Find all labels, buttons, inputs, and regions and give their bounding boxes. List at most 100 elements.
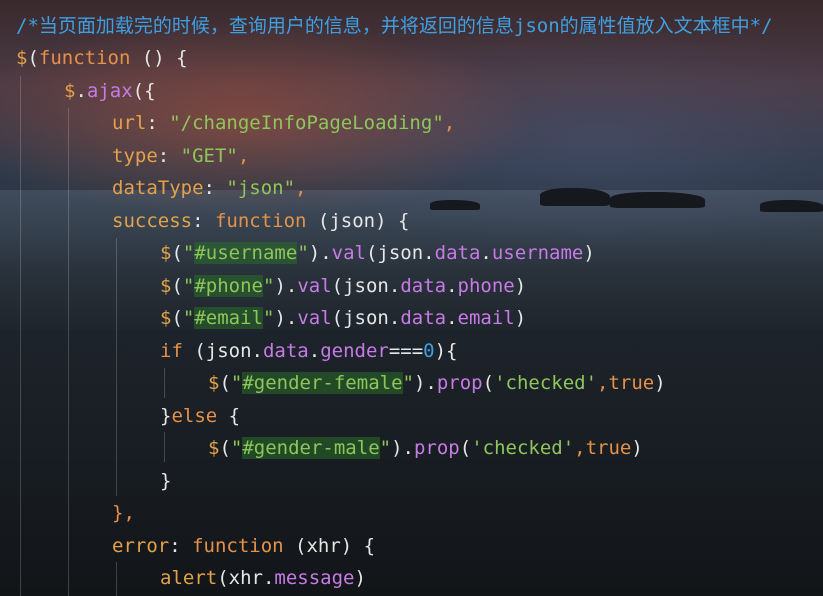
code-token: ). — [391, 437, 414, 459]
code-token: . — [480, 242, 492, 264]
code-token: function — [38, 47, 131, 69]
code-token: " — [230, 372, 243, 394]
code-token: ) — [654, 372, 666, 394]
code-line[interactable]: $.ajax({ — [64, 75, 156, 107]
code-token: (json) { — [306, 210, 410, 232]
code-token: $ — [16, 47, 28, 69]
code-token: (json. — [182, 340, 263, 362]
code-token: $ — [160, 307, 172, 329]
code-token: ( — [171, 242, 183, 264]
code-token: function — [192, 535, 284, 557]
code-line[interactable]: error: function (xhr) { — [112, 530, 375, 562]
code-line[interactable]: $("#username").val(json.data.username) — [160, 237, 595, 269]
indent-guide — [164, 432, 165, 462]
code-token: . — [75, 80, 87, 102]
code-token: else — [171, 405, 218, 427]
code-token: prop — [413, 437, 460, 459]
code-token: $ — [160, 242, 172, 264]
code-line[interactable]: if (json.data.gender===0){ — [160, 335, 458, 367]
code-token: ){ — [434, 340, 458, 362]
code-token: #gender-female — [242, 372, 403, 394]
code-token: "/changeInfoPageLoading" — [169, 112, 444, 134]
code-token: " — [263, 275, 275, 297]
code-line[interactable]: url: "/changeInfoPageLoading", — [112, 107, 455, 139]
code-token: : — [169, 535, 193, 557]
code-token: ) — [631, 437, 643, 459]
code-token: $ — [64, 80, 76, 102]
code-token: (xhr) { — [283, 535, 376, 557]
code-token: val — [297, 275, 332, 297]
code-line[interactable]: success: function (json) { — [112, 205, 409, 237]
code-token: error — [112, 535, 170, 557]
code-line[interactable]: dataType: "json", — [112, 172, 307, 204]
code-token: ( — [171, 307, 183, 329]
code-token: 'checked' — [471, 437, 575, 459]
code-token: ( — [482, 372, 495, 394]
code-token: username — [491, 242, 584, 264]
code-token: } — [160, 405, 172, 427]
code-token: dataType — [112, 177, 204, 199]
code-token: " — [379, 437, 392, 459]
code-token: " — [182, 275, 195, 297]
code-token: ( — [219, 437, 231, 459]
code-line[interactable]: $("#phone").val(json.data.phone) — [160, 270, 526, 302]
code-token: ). — [274, 307, 298, 329]
indent-guide — [164, 368, 165, 398]
code-token: /*当页面加载完的时候，查询用户的信息，并将返回的信息json的属性值放入文本框… — [16, 15, 773, 37]
code-token: . — [446, 275, 458, 297]
code-token: "json" — [226, 177, 296, 199]
code-token: $ — [208, 372, 220, 394]
code-token: , — [295, 177, 307, 199]
code-token: " — [402, 372, 414, 394]
code-token: : — [157, 145, 181, 167]
code-editor[interactable]: /*当页面加载完的时候，查询用户的信息，并将返回的信息json的属性值放入文本框… — [0, 0, 823, 596]
code-token: val — [331, 242, 366, 264]
code-line[interactable]: $(function () { — [16, 42, 188, 74]
code-token: data — [400, 307, 447, 329]
code-token: ( — [459, 437, 472, 459]
code-token: ). — [413, 372, 437, 394]
code-token: ) — [583, 242, 595, 264]
code-token: . — [308, 340, 321, 362]
code-token: function — [214, 210, 307, 232]
code-line[interactable]: $("#email").val(json.data.email) — [160, 302, 526, 334]
code-token: ( — [27, 47, 39, 69]
code-token: 'checked' — [494, 372, 598, 394]
code-token: (xhr. — [217, 567, 275, 589]
code-token: } — [160, 470, 172, 492]
code-token: " — [182, 307, 195, 329]
code-token: true — [608, 372, 655, 394]
code-token: ( — [219, 372, 231, 394]
code-token: gender — [320, 340, 389, 362]
code-line[interactable]: }else { — [160, 400, 240, 432]
code-token: #username — [194, 242, 298, 264]
code-line[interactable]: }, — [112, 497, 135, 529]
code-token: ). — [308, 242, 332, 264]
code-token: 0 — [423, 340, 435, 362]
code-line[interactable]: alert(xhr.message) — [160, 562, 366, 594]
code-token: phone — [457, 275, 515, 297]
code-token: , — [574, 437, 586, 459]
code-line[interactable]: $("#gender-male").prop('checked',true) — [208, 432, 643, 464]
code-token: #gender-male — [242, 437, 380, 459]
code-line[interactable]: type: "GET", — [112, 140, 249, 172]
code-token: data — [400, 275, 447, 297]
code-token: , — [237, 145, 250, 167]
code-token: { — [217, 405, 241, 427]
code-token: , — [443, 112, 456, 134]
code-line[interactable]: $("#gender-female").prop('checked',true) — [208, 367, 666, 399]
code-token: data — [434, 242, 481, 264]
code-token: ( — [171, 275, 183, 297]
code-token: alert — [160, 567, 218, 589]
code-token: url — [112, 112, 147, 134]
code-line[interactable]: } — [160, 465, 171, 497]
code-token: if — [160, 340, 183, 362]
code-token: " — [297, 242, 309, 264]
code-line[interactable]: /*当页面加载完的时候，查询用户的信息，并将返回的信息json的属性值放入文本框… — [16, 10, 773, 42]
code-token: prop — [436, 372, 483, 394]
code-token: (json. — [365, 242, 435, 264]
indent-guide — [116, 562, 117, 596]
code-token: " — [263, 307, 275, 329]
code-token: success — [112, 210, 193, 232]
code-token: ). — [274, 275, 298, 297]
